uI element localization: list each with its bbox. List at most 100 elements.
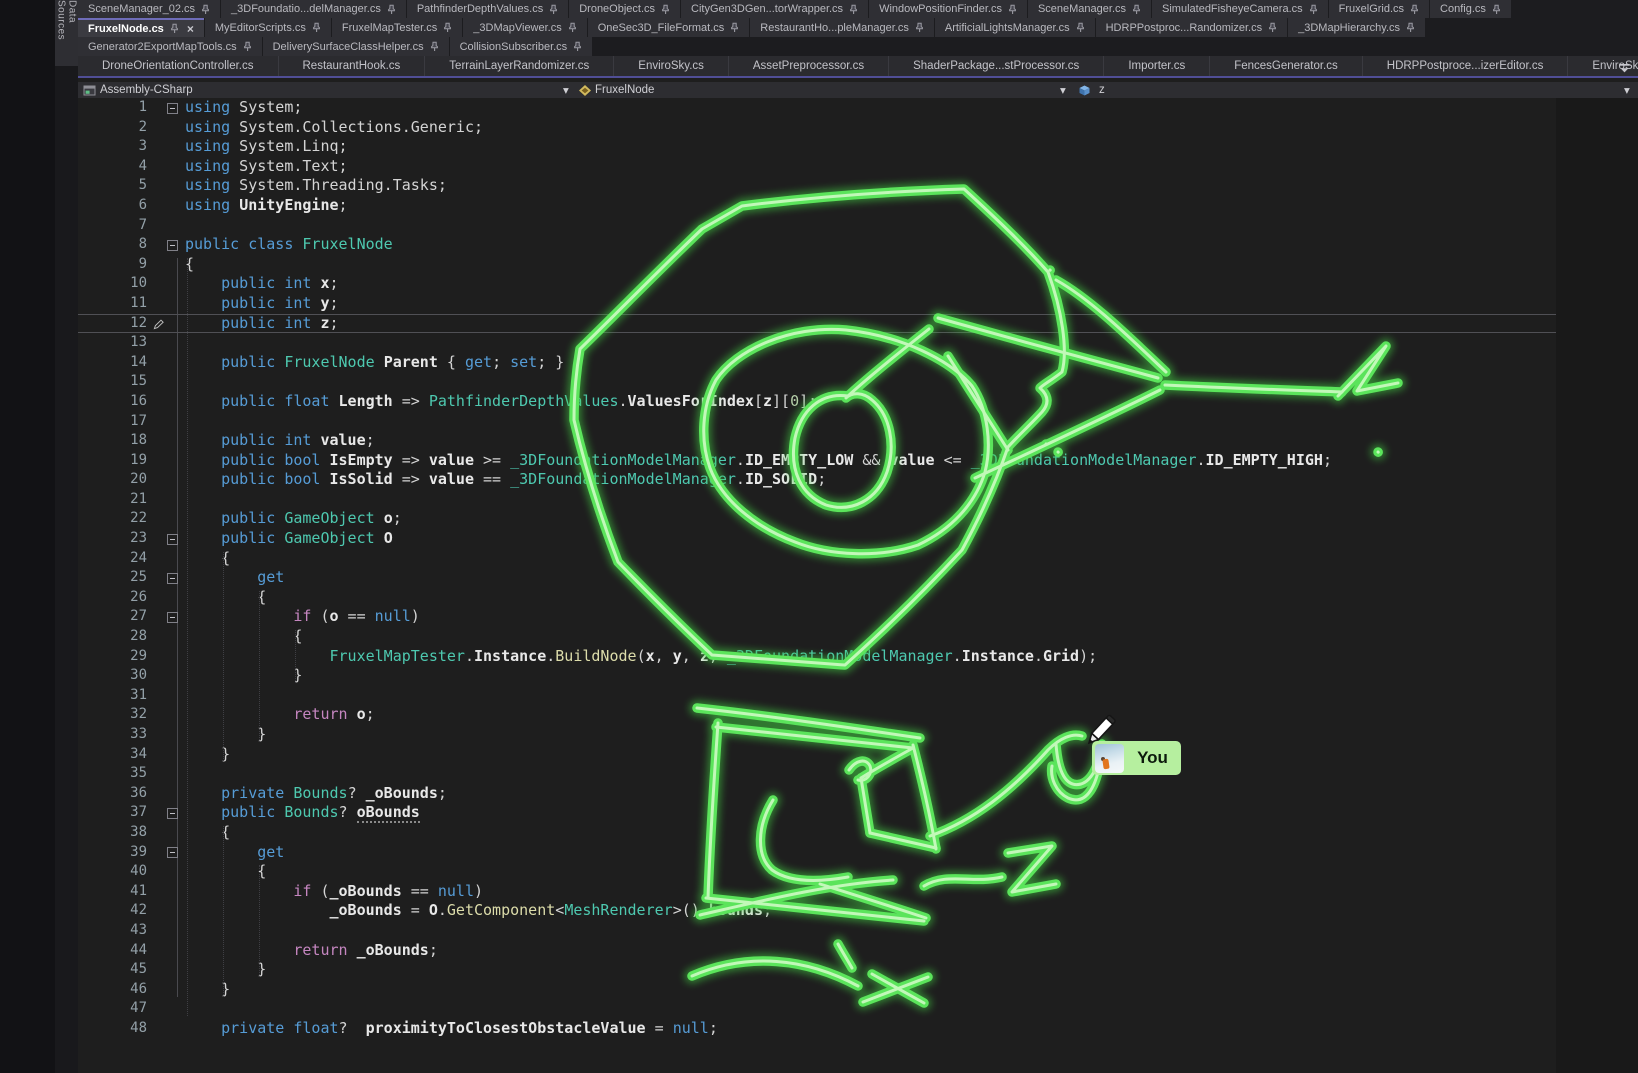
code-line-15[interactable]: 15 <box>78 372 1638 392</box>
fold-collapse-icon[interactable] <box>167 573 178 584</box>
fold-margin[interactable] <box>153 235 185 255</box>
code-line-18[interactable]: 18 public int value; <box>78 431 1638 451</box>
code-line-27[interactable]: 27 if (o == null) <box>78 607 1638 627</box>
code-line-38[interactable]: 38 { <box>78 823 1638 843</box>
tab-hdrppostproce-izereditor-cs[interactable]: HDRPPostproce...izerEditor.cs <box>1362 56 1568 76</box>
code-line-8[interactable]: 8public class FruxelNode <box>78 235 1638 255</box>
tab-envirosky-cs[interactable]: EnviroSky.cs <box>613 56 728 76</box>
code-line-10[interactable]: 10 public int x; <box>78 274 1638 294</box>
tab-assetpreprocessor-cs[interactable]: AssetPreprocessor.cs <box>728 56 888 76</box>
tab-restaurantho-plemanager-cs[interactable]: RestaurantHo...pleManager.cs <box>750 18 934 37</box>
code-line-41[interactable]: 41 if (_oBounds == null) <box>78 882 1638 902</box>
code-line-24[interactable]: 24 { <box>78 549 1638 569</box>
breadcrumb-member-dropdown[interactable]: ▾ <box>1060 82 1066 98</box>
code-line-6[interactable]: 6using UnityEngine; <box>78 196 1638 216</box>
code-line-47[interactable]: 47 <box>78 999 1638 1019</box>
breadcrumb-scroll-icon[interactable]: ▾ <box>1624 82 1630 98</box>
fold-collapse-icon[interactable] <box>167 534 178 545</box>
code-line-45[interactable]: 45 } <box>78 960 1638 980</box>
tab-fruxelmaptester-cs[interactable]: FruxelMapTester.cs <box>332 18 462 37</box>
tab-fencesgenerator-cs[interactable]: FencesGenerator.cs <box>1209 56 1362 76</box>
tab--3dmapviewer-cs[interactable]: _3DMapViewer.cs <box>463 18 586 37</box>
code-line-46[interactable]: 46 } <box>78 980 1638 1000</box>
fold-collapse-icon[interactable] <box>167 808 178 819</box>
code-line-13[interactable]: 13 <box>78 333 1638 353</box>
tab--3dfoundatio-delmanager-cs[interactable]: _3DFoundatio...delManager.cs <box>221 0 406 18</box>
fold-margin[interactable] <box>153 529 185 549</box>
code-line-22[interactable]: 22 public GameObject o; <box>78 509 1638 529</box>
breadcrumb-member[interactable]: z <box>1099 82 1105 98</box>
code-line-40[interactable]: 40 { <box>78 862 1638 882</box>
tab-artificiallightsmanager-cs[interactable]: ArtificialLightsManager.cs <box>935 18 1095 37</box>
tab-hdrppostproc-randomizer-cs[interactable]: HDRPPostproc...Randomizer.cs <box>1096 18 1288 37</box>
code-line-28[interactable]: 28 { <box>78 627 1638 647</box>
code-line-36[interactable]: 36 private Bounds? _oBounds; <box>78 784 1638 804</box>
fold-margin[interactable] <box>153 607 185 627</box>
code-editor[interactable]: 1using System;2using System.Collections.… <box>78 98 1638 1073</box>
code-line-39[interactable]: 39 get <box>78 843 1638 863</box>
code-line-29[interactable]: 29 FruxelMapTester.Instance.BuildNode(x,… <box>78 647 1638 667</box>
tab-generator2exportmaptools-cs[interactable]: Generator2ExportMapTools.cs <box>78 37 262 56</box>
code-line-2[interactable]: 2using System.Collections.Generic; <box>78 118 1638 138</box>
tab-importer-cs[interactable]: Importer.cs <box>1103 56 1209 76</box>
fold-collapse-icon[interactable] <box>167 240 178 251</box>
window-list-icon[interactable] <box>1618 62 1632 76</box>
code-line-11[interactable]: 11 public int y; <box>78 294 1638 314</box>
code-line-1[interactable]: 1using System; <box>78 98 1638 118</box>
code-line-7[interactable]: 7 <box>78 216 1638 236</box>
code-line-37[interactable]: 37 public Bounds? oBounds <box>78 803 1638 823</box>
code-line-20[interactable]: 20 public bool IsSolid => value == _3DFo… <box>78 470 1638 490</box>
fold-collapse-icon[interactable] <box>167 847 178 858</box>
tab-pathfinderdepthvalues-cs[interactable]: PathfinderDepthValues.cs <box>407 0 568 18</box>
tab-myeditorscripts-cs[interactable]: MyEditorScripts.cs <box>205 18 331 37</box>
fold-margin[interactable] <box>153 803 185 823</box>
fold-collapse-icon[interactable] <box>167 103 178 114</box>
tab-citygen3dgen-torwrapper-cs[interactable]: CityGen3DGen...torWrapper.cs <box>681 0 868 18</box>
code-line-17[interactable]: 17 <box>78 412 1638 432</box>
tab-scenemanager-02-cs[interactable]: SceneManager_02.cs <box>78 0 220 18</box>
code-line-48[interactable]: 48 private float? proximityToClosestObst… <box>78 1019 1638 1039</box>
code-line-21[interactable]: 21 <box>78 490 1638 510</box>
breadcrumb-type[interactable]: FruxelNode <box>595 82 654 98</box>
tab-droneorientationcontroller-cs[interactable]: DroneOrientationController.cs <box>78 56 278 76</box>
code-line-26[interactable]: 26 { <box>78 588 1638 608</box>
breadcrumb-project[interactable]: Assembly-CSharp <box>100 82 193 98</box>
tab-simulatedfisheyecamera-cs[interactable]: SimulatedFisheyeCamera.cs <box>1152 0 1328 18</box>
code-line-25[interactable]: 25 get <box>78 568 1638 588</box>
tab-windowpositionfinder-cs[interactable]: WindowPositionFinder.cs <box>869 0 1027 18</box>
tab--3dmaphierarchy-cs[interactable]: _3DMapHierarchy.cs <box>1288 18 1425 37</box>
fold-margin[interactable] <box>153 568 185 588</box>
breadcrumb-project-dropdown[interactable]: ▾ <box>563 82 569 98</box>
tab-terrainlayerrandomizer-cs[interactable]: TerrainLayerRandomizer.cs <box>424 56 613 76</box>
code-line-33[interactable]: 33 } <box>78 725 1638 745</box>
code-line-35[interactable]: 35 <box>78 764 1638 784</box>
code-line-4[interactable]: 4using System.Text; <box>78 157 1638 177</box>
code-line-16[interactable]: 16 public float Length => PathfinderDept… <box>78 392 1638 412</box>
fold-collapse-icon[interactable] <box>167 612 178 623</box>
code-line-34[interactable]: 34 } <box>78 745 1638 765</box>
tab-droneobject-cs[interactable]: DroneObject.cs <box>569 0 680 18</box>
code-line-3[interactable]: 3using System.Linq; <box>78 137 1638 157</box>
code-line-32[interactable]: 32 return o; <box>78 705 1638 725</box>
tab-shaderpackage-stprocessor-cs[interactable]: ShaderPackage...stProcessor.cs <box>888 56 1103 76</box>
code-line-12[interactable]: 12 public int z; <box>78 314 1638 334</box>
code-line-30[interactable]: 30 } <box>78 666 1638 686</box>
tab-fruxelgrid-cs[interactable]: FruxelGrid.cs <box>1329 0 1429 18</box>
tab-collisionsubscriber-cs[interactable]: CollisionSubscriber.cs <box>450 37 593 56</box>
tab-scenemanager-cs[interactable]: SceneManager.cs <box>1028 0 1151 18</box>
tab-fruxelnode-cs[interactable]: FruxelNode.cs× <box>78 18 204 37</box>
code-line-43[interactable]: 43 <box>78 921 1638 941</box>
fold-margin[interactable] <box>153 843 185 863</box>
code-line-23[interactable]: 23 public GameObject O <box>78 529 1638 549</box>
tab-deliverysurfaceclasshelper-cs[interactable]: DeliverySurfaceClassHelper.cs <box>263 37 449 56</box>
tab-onesec3d-fileformat-cs[interactable]: OneSec3D_FileFormat.cs <box>588 18 750 37</box>
fold-margin[interactable] <box>153 98 185 118</box>
code-line-14[interactable]: 14 public FruxelNode Parent { get; set; … <box>78 353 1638 373</box>
code-line-9[interactable]: 9{ <box>78 255 1638 275</box>
code-line-42[interactable]: 42 _oBounds = O.GetComponent<MeshRendere… <box>78 901 1638 921</box>
code-line-44[interactable]: 44 return _oBounds; <box>78 941 1638 961</box>
code-line-31[interactable]: 31 <box>78 686 1638 706</box>
close-icon[interactable]: × <box>187 23 194 35</box>
tab-config-cs[interactable]: Config.cs <box>1430 0 1511 18</box>
code-line-19[interactable]: 19 public bool IsEmpty => value >= _3DFo… <box>78 451 1638 471</box>
